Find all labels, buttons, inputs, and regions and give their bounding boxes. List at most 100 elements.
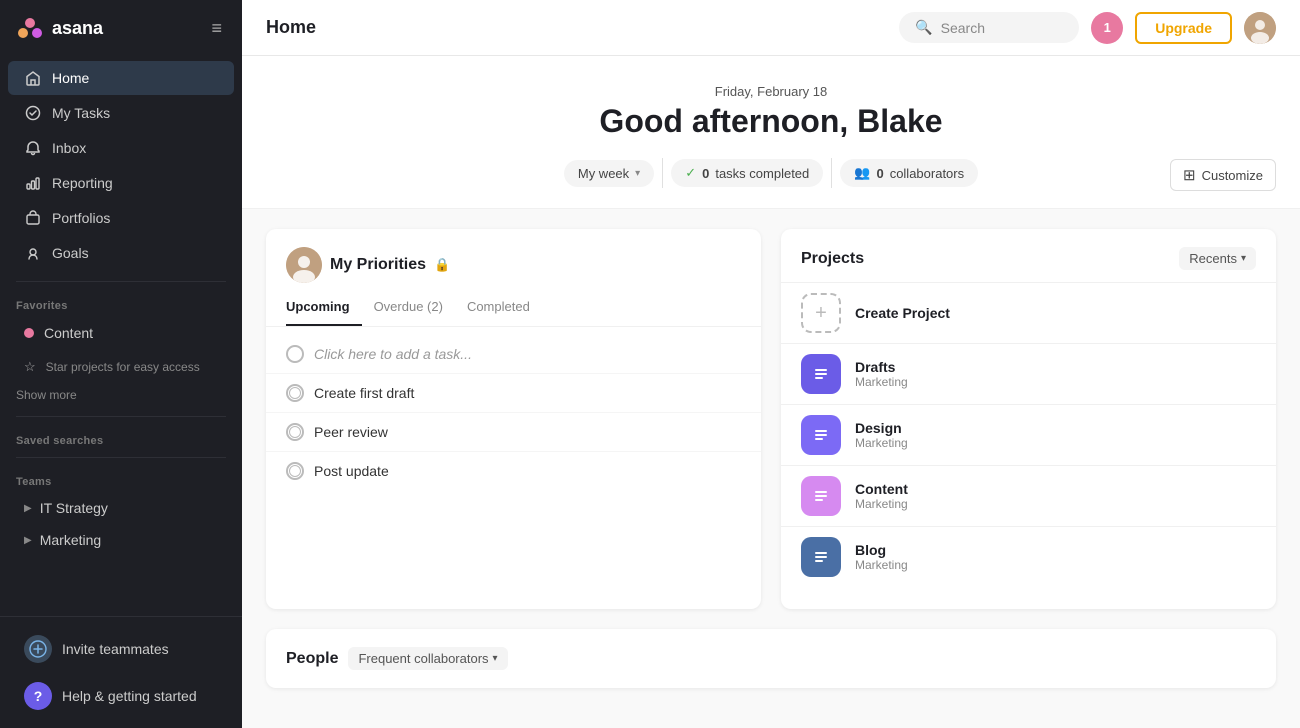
sidebar-divider-2 xyxy=(16,416,226,417)
sidebar-item-my-tasks-label: My Tasks xyxy=(52,105,110,121)
sidebar-item-goals[interactable]: Goals xyxy=(8,236,234,270)
task-check-icon-4 xyxy=(286,462,304,480)
hero-row: My week ▾ ✓ 0 tasks completed 👥 0 collab… xyxy=(242,158,1300,192)
task-check-icon xyxy=(286,345,304,363)
sidebar-item-star-projects[interactable]: ☆ Star projects for easy access xyxy=(8,351,234,383)
create-project-item[interactable]: + Create Project xyxy=(781,282,1276,343)
favorites-dot-icon xyxy=(24,328,34,338)
customize-button[interactable]: ⊞ Customize xyxy=(1170,159,1276,191)
sidebar-team-marketing-label: Marketing xyxy=(40,532,101,548)
sidebar-item-marketing[interactable]: ▶ Marketing xyxy=(8,525,234,555)
sidebar-item-reporting-label: Reporting xyxy=(52,175,113,191)
main-content: Home 🔍 Search 1 Upgrade Friday, February… xyxy=(242,0,1300,728)
design-name: Design xyxy=(855,420,908,436)
customize-icon: ⊞ xyxy=(1183,166,1196,184)
frequent-collaborators-button[interactable]: Frequent collaborators ▾ xyxy=(348,647,507,670)
projects-title: Projects xyxy=(801,250,864,268)
project-item-blog[interactable]: Blog Marketing xyxy=(781,526,1276,587)
drafts-project-icon xyxy=(801,354,841,394)
collab-chevron: ▾ xyxy=(493,653,498,664)
upgrade-button[interactable]: Upgrade xyxy=(1135,12,1232,44)
cards-row: My Priorities 🔒 Upcoming Overdue (2) Com… xyxy=(242,209,1300,629)
tasks-label: tasks completed xyxy=(715,166,809,181)
people-card: People Frequent collaborators ▾ xyxy=(266,629,1276,688)
invite-teammates-label: Invite teammates xyxy=(62,641,169,657)
tasks-count: 0 xyxy=(702,166,709,181)
task-item-update[interactable]: Post update xyxy=(266,452,761,490)
design-sub: Marketing xyxy=(855,436,908,450)
search-placeholder: Search xyxy=(941,20,985,36)
search-box[interactable]: 🔍 Search xyxy=(899,12,1079,43)
triangle-icon: ▶ xyxy=(24,503,32,514)
project-item-drafts[interactable]: Drafts Marketing xyxy=(781,343,1276,404)
sidebar-item-goals-label: Goals xyxy=(52,245,89,261)
task-add-item[interactable]: Click here to add a task... xyxy=(266,335,761,374)
check-circle-icon xyxy=(24,104,42,122)
sidebar-item-content-favorite[interactable]: Content xyxy=(8,317,234,349)
home-icon xyxy=(24,69,42,87)
goals-icon xyxy=(24,244,42,262)
recents-button[interactable]: Recents ▾ xyxy=(1179,247,1256,270)
sidebar-item-reporting[interactable]: Reporting xyxy=(8,166,234,200)
tasks-completed-pill[interactable]: ✓ 0 tasks completed xyxy=(671,159,823,187)
sidebar-item-portfolios[interactable]: Portfolios xyxy=(8,201,234,235)
week-chevron: ▾ xyxy=(635,168,640,179)
task-item-draft[interactable]: Create first draft xyxy=(266,374,761,413)
priorities-tabs: Upcoming Overdue (2) Completed xyxy=(266,283,761,327)
task-update-label: Post update xyxy=(314,463,389,479)
avatar[interactable] xyxy=(1244,12,1276,44)
sidebar-item-home[interactable]: Home xyxy=(8,61,234,95)
create-project-name: Create Project xyxy=(855,305,950,321)
priorities-title: My Priorities xyxy=(330,256,426,274)
topbar: Home 🔍 Search 1 Upgrade xyxy=(242,0,1300,56)
teams-section-label: Teams xyxy=(0,464,242,492)
help-button[interactable]: ? Help & getting started xyxy=(8,673,234,719)
tab-upcoming[interactable]: Upcoming xyxy=(286,293,362,326)
check-stat-icon: ✓ xyxy=(685,165,696,181)
favorites-section-label: Favorites xyxy=(0,288,242,316)
drafts-info: Drafts Marketing xyxy=(855,359,908,389)
sidebar-item-inbox[interactable]: Inbox xyxy=(8,131,234,165)
sidebar-item-my-tasks[interactable]: My Tasks xyxy=(8,96,234,130)
sidebar-item-inbox-label: Inbox xyxy=(52,140,86,156)
show-more-button[interactable]: Show more xyxy=(0,384,242,410)
hero-greeting: Good afternoon, Blake xyxy=(242,103,1300,140)
sidebar-toggle-button[interactable]: ≡ xyxy=(207,14,226,43)
sidebar-item-it-strategy[interactable]: ▶ IT Strategy xyxy=(8,493,234,523)
sidebar-item-home-label: Home xyxy=(52,70,89,86)
hero-date: Friday, February 18 xyxy=(242,84,1300,99)
chart-icon xyxy=(24,174,42,192)
collaborators-pill[interactable]: 👥 0 collaborators xyxy=(840,159,978,187)
sidebar-bottom: Invite teammates ? Help & getting starte… xyxy=(0,616,242,728)
priorities-card-header: My Priorities 🔒 xyxy=(266,229,761,283)
content-info: Content Marketing xyxy=(855,481,908,511)
asana-logo[interactable]: asana xyxy=(16,14,103,42)
my-week-label: My week xyxy=(578,166,629,181)
home-hero: Friday, February 18 Good afternoon, Blak… xyxy=(242,56,1300,209)
stats-divider xyxy=(662,158,663,188)
task-list: Click here to add a task... Create first… xyxy=(266,327,761,498)
collab-stat-icon: 👥 xyxy=(854,165,870,181)
tab-completed[interactable]: Completed xyxy=(455,293,542,326)
sidebar-item-content-label: Content xyxy=(44,325,93,341)
people-title: People xyxy=(286,650,338,668)
invite-teammates-button[interactable]: Invite teammates xyxy=(8,626,234,672)
task-check-icon-3 xyxy=(286,423,304,441)
my-week-pill[interactable]: My week ▾ xyxy=(564,160,654,187)
create-project-icon: + xyxy=(801,293,841,333)
task-check-icon-2 xyxy=(286,384,304,402)
project-item-design[interactable]: Design Marketing xyxy=(781,404,1276,465)
blog-name: Blog xyxy=(855,542,908,558)
bell-icon xyxy=(24,139,42,157)
sidebar: asana ≡ Home My Tasks Inbox xyxy=(0,0,242,728)
project-item-content[interactable]: Content Marketing xyxy=(781,465,1276,526)
task-add-label: Click here to add a task... xyxy=(314,346,472,362)
people-section: People Frequent collaborators ▾ xyxy=(242,629,1300,708)
collab-label: Frequent collaborators xyxy=(358,651,488,666)
notification-badge[interactable]: 1 xyxy=(1091,12,1123,44)
tab-overdue[interactable]: Overdue (2) xyxy=(362,293,455,326)
task-item-review[interactable]: Peer review xyxy=(266,413,761,452)
asana-logo-text: asana xyxy=(52,18,103,39)
lock-icon: 🔒 xyxy=(434,257,450,273)
user-avatar xyxy=(286,247,322,283)
